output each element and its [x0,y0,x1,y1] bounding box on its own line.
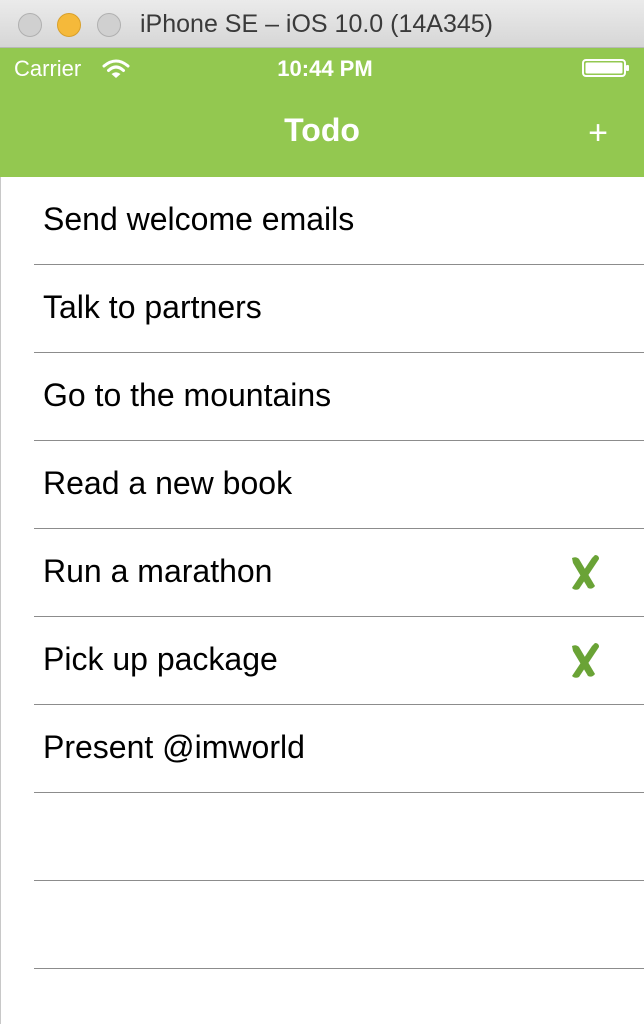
todo-label: Run a marathon [43,553,273,589]
row-separator [34,968,644,969]
todo-label: Talk to partners [43,289,262,325]
simulator-window: iPhone SE – iOS 10.0 (14A345) Carrier 10… [0,0,644,1024]
done-check-icon[interactable] [567,640,603,680]
todo-row[interactable]: Send welcome emails [0,177,644,265]
add-todo-button[interactable]: + [580,116,616,152]
window-titlebar: iPhone SE – iOS 10.0 (14A345) [0,0,644,48]
todo-row[interactable]: Read a new book [0,441,644,529]
zoom-window-button[interactable] [97,13,121,37]
minimize-window-button[interactable] [57,13,81,37]
status-time: 10:44 PM [277,56,373,81]
window-title: iPhone SE – iOS 10.0 (14A345) [140,10,494,38]
todo-row[interactable] [0,881,644,969]
todo-label: Send welcome emails [43,201,355,237]
todo-list: Send welcome emails Talk to partners Go to… [0,177,644,969]
todo-row[interactable]: Go to the mountains [0,353,644,441]
battery-icon [582,59,629,77]
todo-row[interactable]: Present @imworld [0,705,644,793]
todo-label: Go to the mountains [43,377,332,413]
todo-row[interactable]: Talk to partners [0,265,644,353]
todo-label: Read a new book [43,465,293,501]
done-check-icon[interactable] [567,552,603,592]
app-header: Carrier 10:44 PM Todo + [0,48,644,177]
todo-label: Present @imworld [43,729,305,765]
close-window-button[interactable] [18,13,42,37]
nav-title: Todo [284,112,360,148]
todo-row[interactable]: Run a marathon [0,529,644,617]
todo-label: Pick up package [43,641,278,677]
todo-row[interactable] [0,793,644,881]
todo-row[interactable]: Pick up package [0,617,644,705]
